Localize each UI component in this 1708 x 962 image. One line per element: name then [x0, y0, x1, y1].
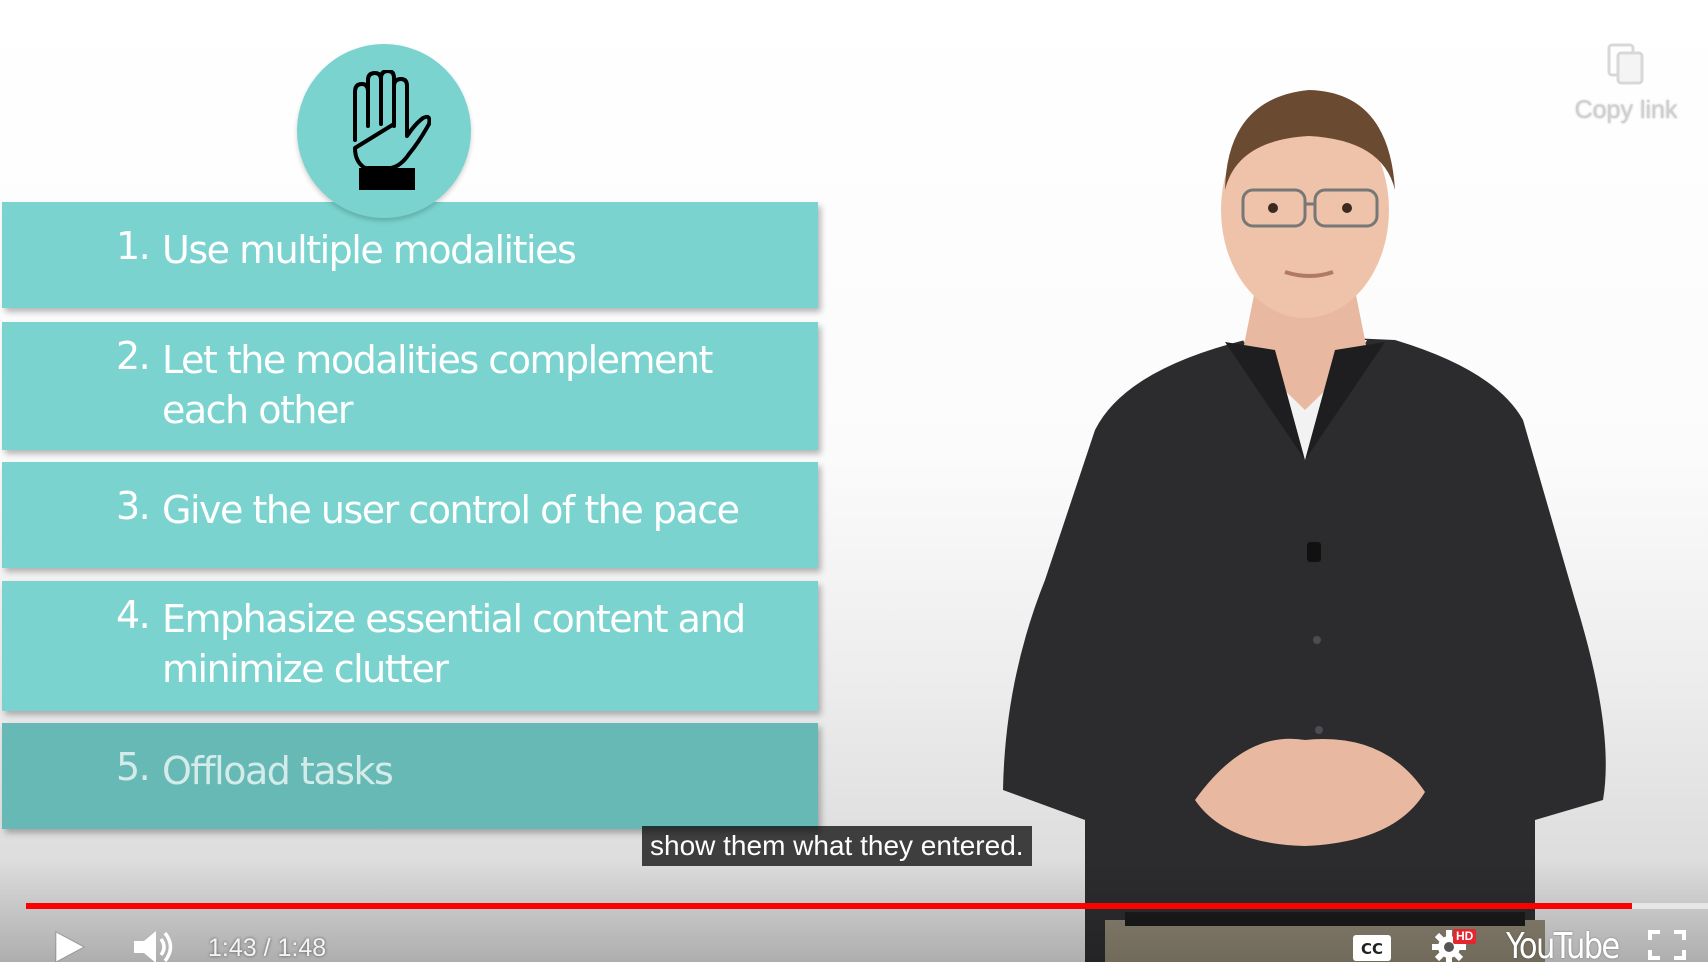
copy-link-button[interactable]: Copy link [1556, 42, 1696, 125]
item-number: 3. [116, 484, 151, 528]
item-text: Give the user control of the pace [162, 488, 740, 532]
video-player[interactable]: 1. Use multiple modalities 2. Let the mo… [0, 0, 1708, 962]
raised-hand-icon [353, 70, 431, 190]
youtube-logo[interactable]: YouTube [1506, 926, 1620, 962]
hand-badge [297, 44, 471, 218]
svg-text:CC: CC [1361, 940, 1383, 958]
item-text: Offload tasks [162, 749, 394, 793]
item-number: 2. [116, 334, 151, 378]
item-number: 5. [116, 745, 151, 789]
item-text: Emphasize essential content and [162, 597, 746, 641]
copy-link-icon [1607, 43, 1644, 85]
item-number: 1. [116, 224, 151, 268]
list-item: 5. Offload tasks [2, 723, 818, 829]
item-text: Let the modalities complement [162, 338, 713, 382]
item-number: 4. [116, 593, 151, 637]
subtitles-cc-button[interactable]: CC [1352, 934, 1392, 962]
progress-played [26, 903, 1633, 909]
time-display: 1:43 / 1:48 [208, 934, 327, 962]
item-text: minimize clutter [162, 647, 449, 691]
play-button[interactable] [52, 930, 86, 962]
fullscreen-button[interactable] [1648, 930, 1686, 960]
hd-badge: HD [1453, 929, 1477, 944]
list-item: 3. Give the user control of the pace [2, 462, 818, 568]
list-item: 1. Use multiple modalities [2, 202, 818, 308]
list-item: 4. Emphasize essential content and minim… [2, 581, 818, 711]
copy-link-label: Copy link [1574, 96, 1678, 124]
item-text: each other [162, 388, 353, 432]
progress-bar[interactable] [26, 903, 1708, 909]
list-item: 2. Let the modalities complement each ot… [2, 322, 818, 450]
item-text: Use multiple modalities [162, 228, 577, 272]
presenter-figure [1003, 90, 1606, 962]
volume-button[interactable] [132, 928, 178, 962]
